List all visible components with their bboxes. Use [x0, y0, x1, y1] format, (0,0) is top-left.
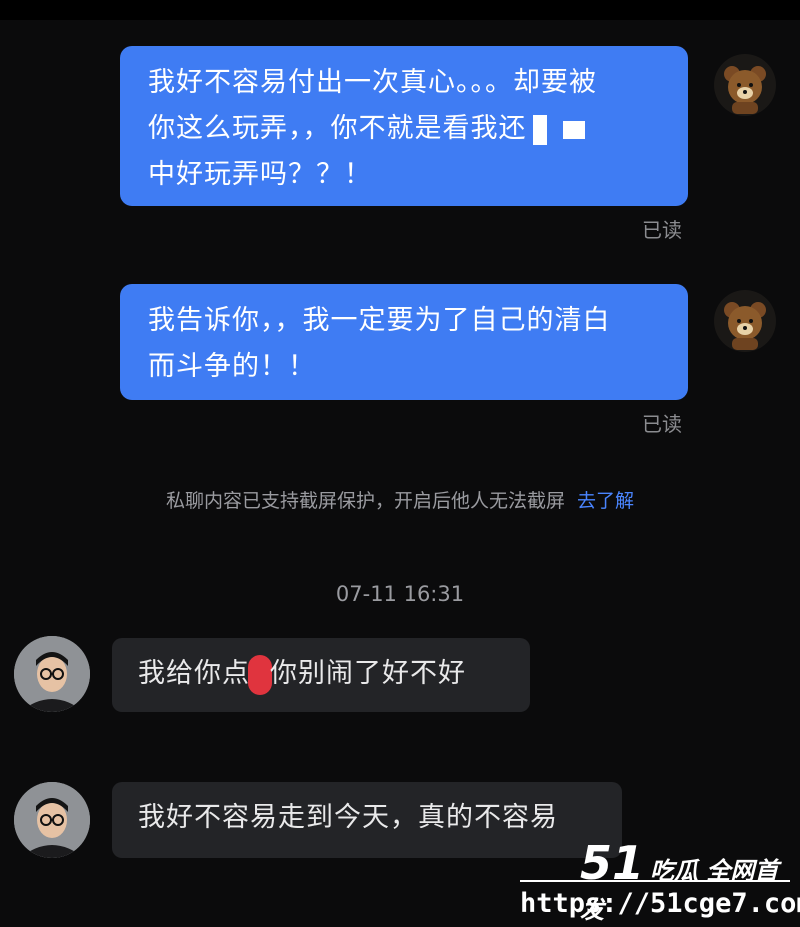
- censor-block: [562, 120, 585, 139]
- censor-block: [532, 114, 547, 145]
- message-line: 而斗争的！！: [148, 351, 316, 382]
- message-text-part: 你别闹了好不好: [270, 658, 466, 689]
- watermark-url: https://51cge7.com: [520, 888, 800, 919]
- watermark-divider: [520, 880, 790, 882]
- man-avatar-icon[interactable]: [14, 782, 90, 858]
- timestamp: 07-11 16:31: [335, 582, 465, 606]
- message-line: 我告诉你，，我一定要为了自己的清白: [148, 305, 611, 336]
- incoming-message-2[interactable]: 我好不容易走到今天，真的不容易: [112, 782, 622, 858]
- message-text: 我好不容易走到今天，真的不容易: [138, 802, 558, 833]
- message-line: 我好不容易付出一次真心。。。却要被: [148, 67, 597, 98]
- notice-text: 私聊内容已支持截屏保护，开启后他人无法截屏: [165, 490, 565, 512]
- bear-avatar-icon[interactable]: [714, 54, 776, 116]
- screenshot-protection-notice: 私聊内容已支持截屏保护，开启后他人无法截屏 去了解: [0, 486, 800, 513]
- outgoing-message-2[interactable]: 我告诉你，，我一定要为了自己的清白 而斗争的！！: [120, 284, 688, 400]
- man-avatar-icon[interactable]: [14, 636, 90, 712]
- learn-more-link[interactable]: 去了解: [577, 490, 634, 512]
- read-status: 已读: [642, 218, 682, 242]
- incoming-message-1[interactable]: 我给你点 你别闹了好不好: [112, 638, 530, 712]
- redaction-mark: [248, 654, 272, 695]
- read-status: 已读: [642, 412, 682, 436]
- message-line: 你这么玩弄，，你不就是看我还: [148, 106, 660, 152]
- top-bar: [0, 0, 800, 20]
- message-line: 中好玩弄吗？？！: [148, 159, 372, 190]
- bear-avatar-icon[interactable]: [714, 290, 776, 352]
- outgoing-message-1[interactable]: 我好不容易付出一次真心。。。却要被 你这么玩弄，，你不就是看我还 中好玩弄吗？？…: [120, 46, 688, 206]
- message-text-part: 我给你点: [138, 658, 250, 689]
